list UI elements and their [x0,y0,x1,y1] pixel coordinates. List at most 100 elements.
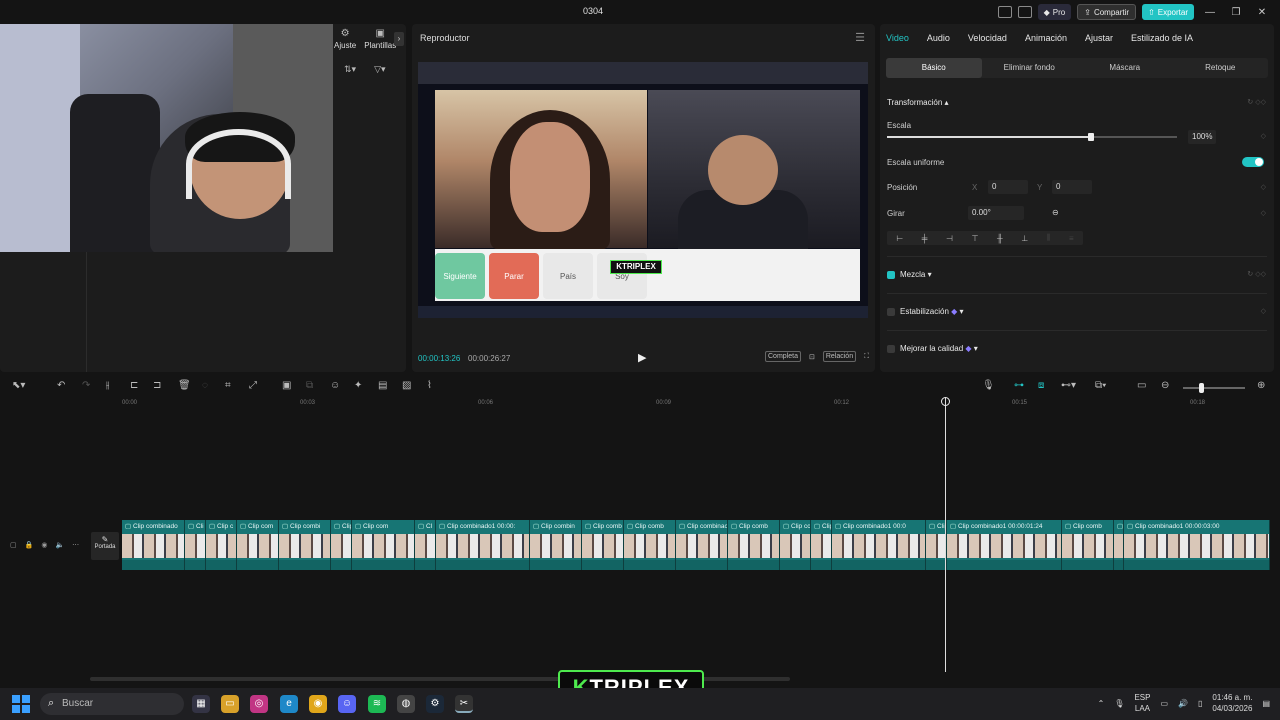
play-button[interactable]: ▶ [638,351,646,364]
reset-transform-icon[interactable]: ↻ ◇◇ [1247,98,1266,106]
subtab-retoque[interactable]: Retoque [1173,58,1269,78]
image-icon[interactable]: ▨ [402,380,411,391]
more-icon[interactable]: ⋯ [72,541,79,549]
chevron-up-icon[interactable]: ⌃ [1098,699,1105,708]
stabilize-heading[interactable]: Estabilización ◆ ▾ [887,307,964,316]
sort-icon[interactable]: ⇅▾ [344,64,356,75]
discord-icon[interactable]: ☺ [338,695,356,713]
snap-icon[interactable]: ⧈ [1038,380,1044,391]
edge-icon[interactable]: e [280,695,298,713]
mirror-icon[interactable]: ⧉ [306,380,313,391]
task-view-icon[interactable]: ▦ [192,695,210,713]
spotify-icon[interactable]: ≋ [368,695,386,713]
tab-estilizado[interactable]: Estilizado de IA [1131,33,1193,43]
cover-button[interactable]: ✎ Portada [91,532,119,560]
ratio-button[interactable]: Relación [822,351,857,362]
audio-wave-icon[interactable]: ⌇ [427,380,432,391]
person-icon[interactable]: ☺ [330,380,340,391]
zoom-out-icon[interactable]: ⊖ [1161,380,1169,391]
timeline-clip[interactable]: Clip [926,520,947,570]
split-icon[interactable]: ⫲ [106,380,109,391]
battery-icon[interactable]: ▯ [1198,699,1202,708]
timeline-clip[interactable]: Clip combin [530,520,582,570]
export-button[interactable]: ⇧ Exportar [1142,4,1194,20]
video-preview[interactable]: Siguiente Parar País Soy [418,62,868,318]
link-icon[interactable]: ⊷▾ [1061,380,1076,391]
quality-heading[interactable]: Mejorar la calidad ◆ ▾ [887,344,978,353]
tab-velocidad[interactable]: Velocidad [968,33,1007,43]
timeline-ruler[interactable]: 00:00 00:03 00:06 00:09 00:12 00:15 00:1… [90,398,1280,412]
timeline-clip[interactable]: Clip combinado1 00:00: [436,520,530,570]
microphone-icon[interactable]: 🎙 [982,380,995,391]
caption-icon[interactable]: ▭ [1137,380,1146,391]
timeline-clip[interactable]: Clip combinado1 00:00:01:24 [947,520,1062,570]
scale-slider[interactable] [887,133,1177,141]
timeline-clip[interactable]: Clip c [206,520,237,570]
align-top-icon[interactable]: ⊤ [972,234,979,243]
hd-icon[interactable]: ▤ [378,380,387,391]
rotate-input[interactable]: 0.00° [968,206,1024,220]
timeline-clip[interactable]: C [1114,520,1124,570]
filter-icon[interactable]: ▽▾ [374,64,385,75]
microphone-tray-icon[interactable]: 🎙 [1114,699,1124,708]
taskbar-search[interactable]: ⌕ Buscar [40,693,184,715]
timeline-clip[interactable]: Clip com [237,520,279,570]
reset-blend-icon[interactable]: ↻ ◇◇ [1247,270,1266,278]
zoom-in-icon[interactable]: ⊕ [1257,380,1265,391]
rotate-dial-icon[interactable]: ⊖ [1052,208,1059,217]
obs-icon[interactable]: ◍ [397,695,415,713]
split-left-icon[interactable]: ⊏ [130,380,138,391]
speaker-icon[interactable]: 🔈 [55,541,64,549]
timeline-clip[interactable]: Clip comb [728,520,780,570]
file-explorer-icon[interactable]: ▭ [221,695,239,713]
align-left-icon[interactable]: ⊢ [896,234,903,243]
timeline-clip[interactable]: Cli [185,520,206,570]
chevron-right-icon[interactable]: › [394,32,404,46]
undo-icon[interactable]: ↶ [57,380,65,391]
scale-keyframe-icon[interactable]: ◇ [1261,132,1266,140]
timeline-clip[interactable]: Clip [811,520,832,570]
language-indicator[interactable]: ESP LAA [1134,692,1150,714]
full-quality-button[interactable]: Completa [765,351,801,362]
timeline-clip[interactable]: Clip combi [279,520,331,570]
instagram-icon[interactable]: ◎ [250,695,268,713]
subtab-eliminar-fondo[interactable]: Eliminar fondo [982,58,1078,78]
timeline-clip[interactable]: Clip combinado1 00:0 [832,520,926,570]
timeline-clip[interactable]: Cl [415,520,436,570]
layout-icon[interactable] [997,6,1012,18]
tab-video[interactable]: Video [886,33,909,43]
position-x-input[interactable]: 0 [988,180,1028,194]
distribute-v-icon[interactable]: ≡ [1069,234,1074,243]
timeline-clip[interactable]: Clip combinado [122,520,185,570]
zoom-slider[interactable] [1183,387,1245,389]
subtab-mascara[interactable]: Máscara [1077,58,1173,78]
align-right-icon[interactable]: ⊣ [946,234,953,243]
snapshot-icon[interactable]: ⊡ [809,353,815,361]
tab-plantillas[interactable]: ▣ Plantillas [364,28,396,50]
tab-audio[interactable]: Audio [927,33,950,43]
volume-icon[interactable]: 🔊 [1178,699,1188,708]
minimize-button[interactable]: — [1200,7,1220,18]
timeline-clip[interactable]: Clip cc [780,520,811,570]
stabilize-keyframe-icon[interactable]: ◇ [1261,307,1266,315]
crop-icon[interactable]: ⌗ [225,380,231,391]
close-button[interactable]: ✕ [1252,7,1272,18]
distribute-h-icon[interactable]: ⫼ [1047,233,1051,243]
quality-checkbox[interactable] [887,344,895,353]
windows-start-icon[interactable] [12,695,30,713]
transform-heading[interactable]: Transformación ▴ [887,98,949,107]
playhead[interactable] [945,398,946,672]
steam-icon[interactable]: ⚙ [426,695,444,713]
blend-checkbox[interactable] [887,270,895,279]
timeline-clip[interactable]: Clip comb [582,520,624,570]
scale-value[interactable]: 100% [1188,130,1217,144]
rotate-keyframe-icon[interactable]: ◇ [1261,209,1266,217]
lock-icon[interactable]: 🔒 [25,541,34,549]
timeline-clip[interactable]: Clip comb [624,520,676,570]
tab-ajuste[interactable]: ⚙ Ajuste [334,28,356,50]
split-right-icon[interactable]: ⊐ [153,380,161,391]
fullscreen-icon[interactable]: ⛶ [864,353,869,361]
timeline-clip[interactable]: Clip combinac [676,520,728,570]
menu-icon[interactable]: ☰ [855,31,865,44]
tab-animacion[interactable]: Animación [1025,33,1067,43]
